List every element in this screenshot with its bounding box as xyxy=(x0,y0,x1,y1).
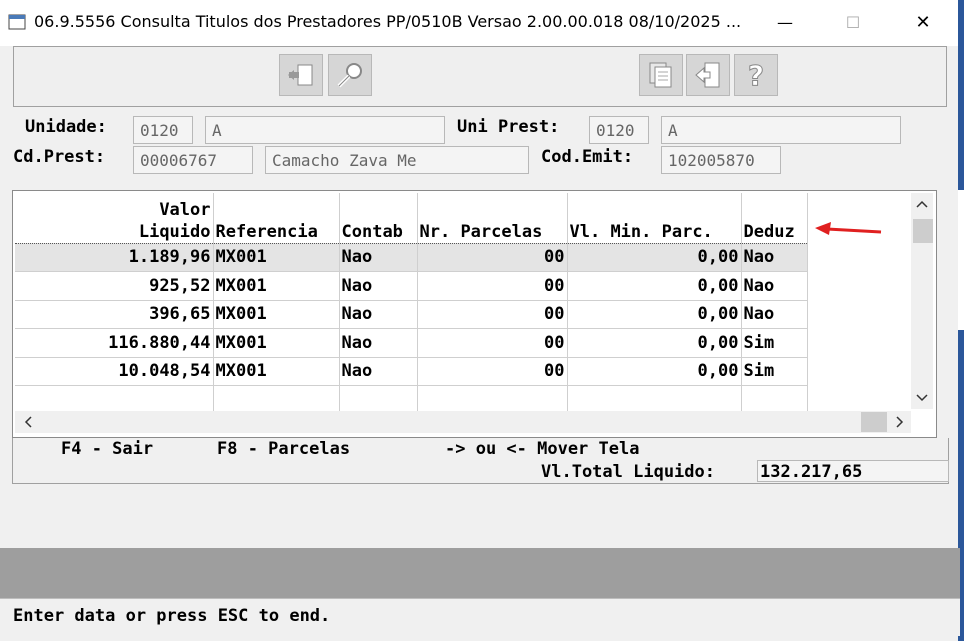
uni-prest-code-field[interactable]: 0120 xyxy=(589,116,649,144)
status-message: Enter data or press ESC to end. xyxy=(13,606,331,626)
cell-contab: Nao xyxy=(339,356,418,386)
cd-prest-label: Cd.Prest: xyxy=(13,147,106,167)
table-row-empty xyxy=(15,385,808,414)
scroll-left-icon[interactable] xyxy=(23,416,33,428)
horizontal-scroll-thumb[interactable] xyxy=(861,412,887,432)
window-edge-highlight xyxy=(958,190,964,330)
scroll-right-icon[interactable] xyxy=(895,416,905,428)
cod-emit-label: Cod.Emit: xyxy=(541,147,634,167)
cell-nr-parcelas: 00 xyxy=(417,356,568,386)
col-referencia[interactable]: Referencia xyxy=(213,193,340,243)
maximize-button[interactable]: ☐ xyxy=(830,6,876,38)
copy-pages-icon[interactable] xyxy=(639,54,683,96)
unidade-code-field[interactable]: 0120 xyxy=(133,116,193,144)
col-valor-liquido[interactable]: Valor Liquido xyxy=(15,193,214,243)
unidade-name-field[interactable]: A xyxy=(205,116,445,144)
cell-vl-min: 0,00 xyxy=(567,356,742,386)
cell-deduz: Sim xyxy=(741,328,808,357)
uni-prest-label: Uni Prest: xyxy=(457,117,560,137)
cell-referencia: MX001 xyxy=(213,271,340,300)
shortcut-mover-tela: -> ou <- Mover Tela xyxy=(445,439,640,459)
key-icon[interactable] xyxy=(328,54,372,96)
cell-deduz: Nao xyxy=(741,271,808,300)
title-bar: 06.9.5556 Consulta Titulos dos Prestador… xyxy=(0,0,964,46)
table-row[interactable]: 10.048,54 MX001 Nao 00 0,00 Sim xyxy=(15,356,808,386)
cd-prest-name-field[interactable]: Camacho Zava Me xyxy=(265,146,529,174)
cell-valor: 116.880,44 xyxy=(15,328,214,357)
cell-referencia: MX001 xyxy=(213,356,340,386)
cell-valor: 925,52 xyxy=(15,271,214,300)
table-row[interactable]: 1.189,96 MX001 Nao 00 0,00 Nao xyxy=(15,242,808,272)
exit-icon[interactable] xyxy=(686,54,730,96)
minimize-button[interactable]: — xyxy=(762,6,808,38)
vertical-scroll-thumb[interactable] xyxy=(913,219,933,243)
close-button[interactable]: ✕ xyxy=(900,6,946,38)
col-contab[interactable]: Contab xyxy=(339,193,418,243)
cell-contab: Nao xyxy=(339,242,418,272)
cell-contab: Nao xyxy=(339,328,418,357)
cell-deduz: Sim xyxy=(741,356,808,386)
titles-table: Valor Liquido Referencia Contab Nr. Parce… xyxy=(15,193,808,414)
shortcut-f4-sair: F4 - Sair xyxy=(61,439,154,459)
vertical-scrollbar[interactable] xyxy=(911,193,933,409)
cell-referencia: MX001 xyxy=(213,299,340,329)
cell-nr-parcelas: 00 xyxy=(417,242,568,272)
cell-vl-min: 0,00 xyxy=(567,299,742,329)
cell-nr-parcelas: 00 xyxy=(417,328,568,357)
cell-valor: 1.189,96 xyxy=(15,242,214,272)
cell-referencia: MX001 xyxy=(213,328,340,357)
cod-emit-field[interactable]: 102005870 xyxy=(661,146,781,174)
cell-valor: 396,65 xyxy=(15,299,214,329)
cell-valor: 10.048,54 xyxy=(15,356,214,386)
horizontal-scrollbar[interactable] xyxy=(15,411,911,433)
titles-grid: Valor Liquido Referencia Contab Nr. Parce… xyxy=(12,190,937,438)
gray-band xyxy=(0,548,960,598)
cell-deduz: Nao xyxy=(741,242,808,272)
cell-vl-min: 0,00 xyxy=(567,328,742,357)
scroll-down-icon[interactable] xyxy=(916,393,928,403)
cell-contab: Nao xyxy=(339,271,418,300)
window-title: 06.9.5556 Consulta Titulos dos Prestador… xyxy=(34,12,742,31)
table-row[interactable]: 116.880,44 MX001 Nao 00 0,00 Sim xyxy=(15,328,808,357)
cell-referencia: MX001 xyxy=(213,242,340,272)
total-liquido-field: 132.217,65 xyxy=(757,460,949,482)
svg-text:?: ? xyxy=(748,59,764,91)
col-vl-min-parc[interactable]: Vl. Min. Parc. xyxy=(567,193,742,243)
table-row[interactable]: 396,65 MX001 Nao 00 0,00 Nao xyxy=(15,299,808,329)
annotation-arrow-icon xyxy=(815,222,882,235)
toolbar xyxy=(13,46,947,107)
cell-nr-parcelas: 00 xyxy=(417,299,568,329)
table-row[interactable]: 925,52 MX001 Nao 00 0,00 Nao xyxy=(15,271,808,300)
cd-prest-code-field[interactable]: 00006767 xyxy=(133,146,253,174)
unidade-label: Unidade: xyxy=(25,117,107,137)
cell-vl-min: 0,00 xyxy=(567,271,742,300)
shortcut-f8-parcelas: F8 - Parcelas xyxy=(217,439,351,459)
cell-nr-parcelas: 00 xyxy=(417,271,568,300)
col-nr-parcelas[interactable]: Nr. Parcelas xyxy=(417,193,568,243)
cell-vl-min: 0,00 xyxy=(567,242,742,272)
col-deduz[interactable]: Deduz xyxy=(741,193,808,243)
cell-contab: Nao xyxy=(339,299,418,329)
exit-door-icon[interactable] xyxy=(279,54,323,96)
uni-prest-name-field[interactable]: A xyxy=(661,116,901,144)
help-icon[interactable]: ? xyxy=(734,54,778,96)
scroll-up-icon[interactable] xyxy=(916,199,928,209)
app-icon xyxy=(8,14,26,30)
cell-deduz: Nao xyxy=(741,299,808,329)
total-liquido-label: Vl.Total Liquido: xyxy=(541,462,715,482)
